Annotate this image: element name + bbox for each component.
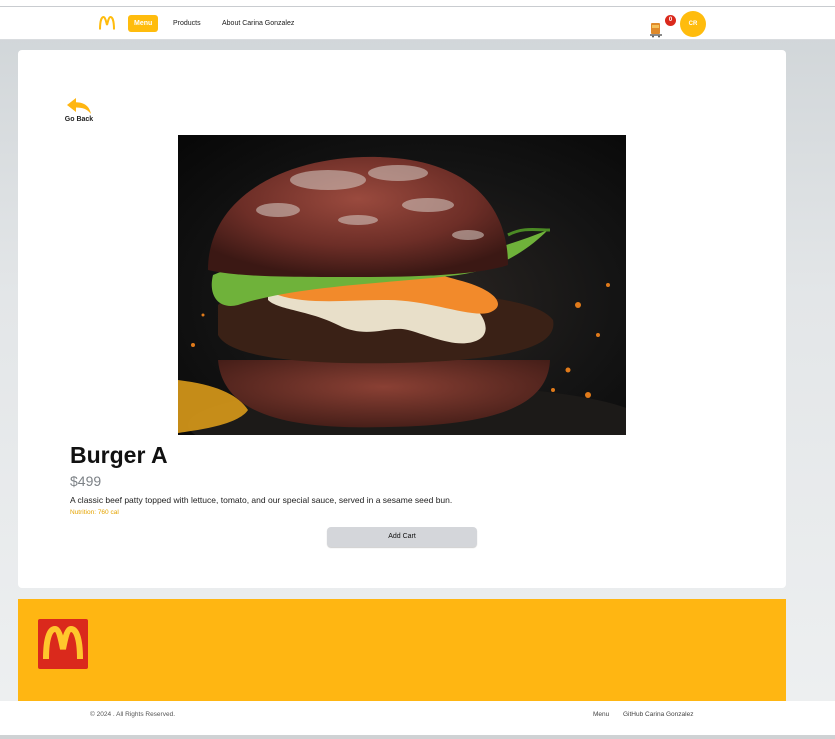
cart-icon[interactable] xyxy=(648,18,664,38)
product-detail-card: Go Back Burger A $499 A classic beef pat… xyxy=(18,50,786,588)
back-arrow-icon xyxy=(67,98,91,114)
mcdonalds-logo-icon xyxy=(38,619,88,669)
copyright-text: © 2024 . All Rights Reserved. xyxy=(90,711,175,718)
product-price: $499 xyxy=(70,473,102,489)
nav-link-about[interactable]: About Carina Gonzalez xyxy=(216,15,300,32)
product-title: Burger A xyxy=(70,442,168,468)
go-back-label: Go Back xyxy=(64,116,94,123)
footer-banner xyxy=(18,599,786,701)
browser-top-strip xyxy=(0,0,835,7)
product-image xyxy=(178,135,626,435)
product-nutrition: Nutrition: 760 cal xyxy=(70,509,119,516)
add-cart-button[interactable]: Add Cart xyxy=(327,527,477,547)
nav-link-products[interactable]: Products xyxy=(167,15,207,32)
nav-link-menu[interactable]: Menu xyxy=(128,15,159,32)
burger-image xyxy=(178,156,626,435)
bottom-strip xyxy=(0,735,835,739)
footer-link-menu[interactable]: Menu xyxy=(593,711,609,718)
go-back-button[interactable]: Go Back xyxy=(62,97,96,123)
navbar: Menu Products About Carina Gonzalez 0 CR xyxy=(0,7,835,40)
user-avatar[interactable]: CR xyxy=(680,11,706,37)
golden-arches-logo-icon[interactable] xyxy=(99,16,115,30)
page: Menu Products About Carina Gonzalez 0 CR… xyxy=(0,0,835,739)
product-description: A classic beef patty topped with lettuce… xyxy=(70,495,453,505)
cart-count-badge: 0 xyxy=(665,15,676,26)
footer-bottom-bar: © 2024 . All Rights Reserved. Menu GitHu… xyxy=(0,701,835,735)
footer-link-github[interactable]: GitHub Carina Gonzalez xyxy=(623,711,693,718)
